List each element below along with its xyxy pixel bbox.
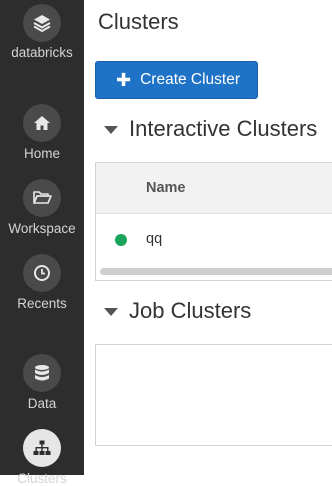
- column-header-name[interactable]: Name: [146, 180, 186, 196]
- sidebar-item-data[interactable]: Data: [0, 354, 84, 411]
- create-cluster-label: Create Cluster: [140, 71, 241, 88]
- sidebar-item-clusters[interactable]: Clusters: [0, 429, 84, 486]
- folder-open-icon: [23, 179, 61, 217]
- plus-icon: ✚: [116, 70, 132, 90]
- interactive-clusters-table: Name qq: [95, 162, 332, 281]
- sidebar-item-home[interactable]: Home: [0, 104, 84, 161]
- main-content: Clusters ✚ Create Cluster Interactive Cl…: [84, 0, 332, 475]
- home-icon: [23, 104, 61, 142]
- caret-down-icon: [104, 126, 118, 134]
- job-clusters-header[interactable]: Job Clusters: [104, 298, 251, 324]
- clock-icon: [23, 254, 61, 292]
- sidebar-item-label: Workspace: [8, 221, 76, 236]
- section-title: Interactive Clusters: [129, 116, 318, 141]
- brand-label: databricks: [11, 45, 73, 60]
- sidebar-brand[interactable]: databricks: [0, 4, 84, 60]
- sidebar: databricks Home Workspace Recents Data C…: [0, 0, 84, 486]
- page-title: Clusters: [98, 9, 179, 34]
- horizontal-scrollbar[interactable]: [100, 268, 332, 275]
- sidebar-item-workspace[interactable]: Workspace: [0, 179, 84, 236]
- running-status-icon: [115, 234, 127, 246]
- cluster-name-link[interactable]: qq: [146, 231, 162, 247]
- section-title: Job Clusters: [129, 298, 252, 323]
- sidebar-item-label: Recents: [17, 296, 67, 311]
- caret-down-icon: [104, 308, 118, 316]
- sidebar-item-label: Data: [27, 396, 57, 411]
- interactive-clusters-header[interactable]: Interactive Clusters: [104, 116, 317, 142]
- sidebar-item-label: Clusters: [17, 471, 67, 486]
- database-icon: [23, 354, 61, 392]
- cluster-hierarchy-icon: [23, 429, 61, 467]
- sidebar-item-label: Home: [23, 146, 60, 161]
- table-header: Name: [96, 163, 332, 214]
- job-clusters-table: [95, 344, 332, 446]
- databricks-logo-icon: [23, 4, 61, 42]
- create-cluster-button[interactable]: ✚ Create Cluster: [95, 61, 258, 99]
- sidebar-item-recents[interactable]: Recents: [0, 254, 84, 311]
- table-row[interactable]: qq: [96, 214, 332, 264]
